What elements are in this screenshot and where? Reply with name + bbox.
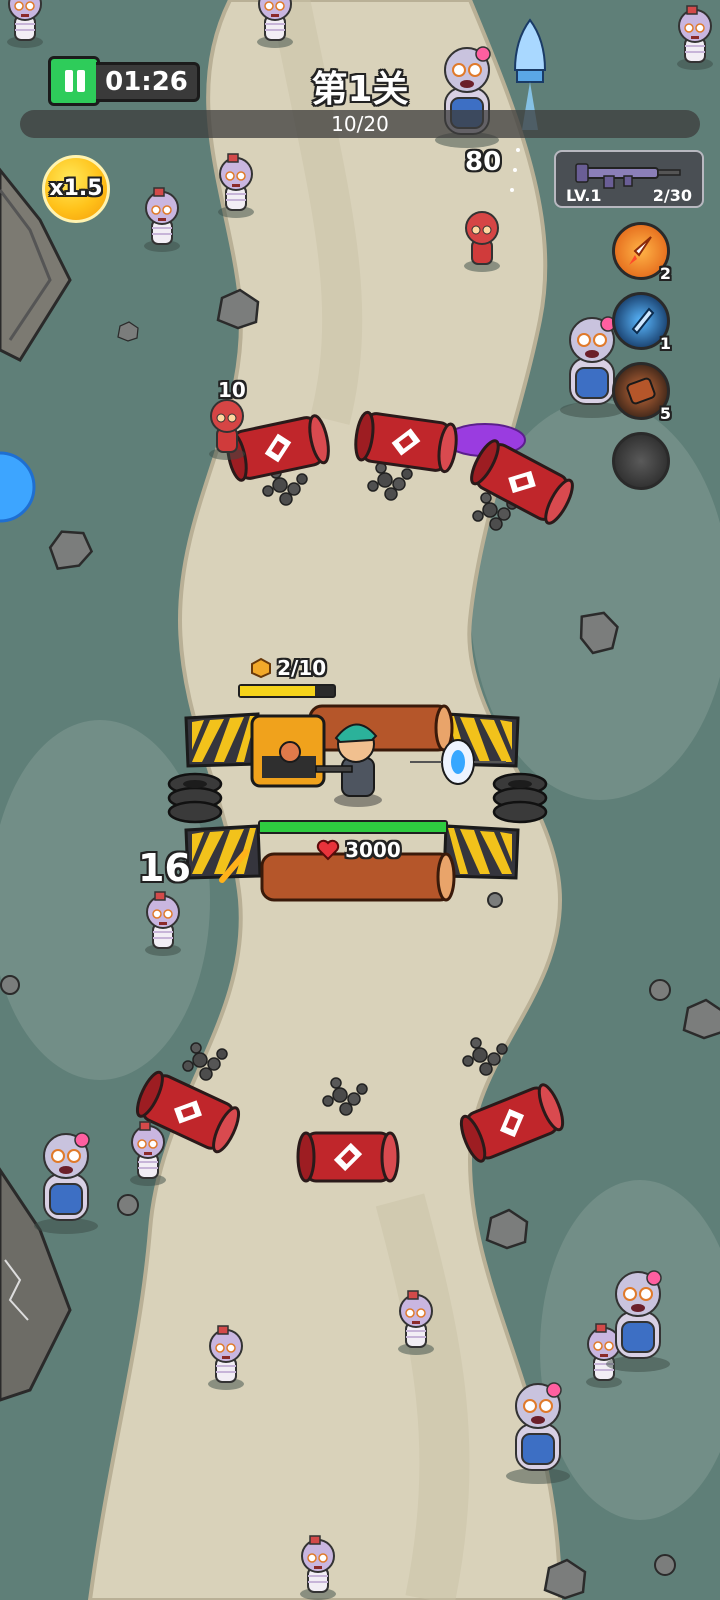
barricade <box>184 712 262 768</box>
tire-stack <box>492 772 548 824</box>
resource-bar <box>238 684 336 698</box>
base-health-fill <box>260 822 446 832</box>
game-timer: 01:26 <box>96 62 200 102</box>
score-popup: 80 <box>465 147 502 177</box>
speed-multiplier-button[interactable]: x1.5 <box>42 155 110 223</box>
rocket-skill-count: 2 <box>659 264 671 283</box>
heart-icon <box>316 839 340 861</box>
base-health-value: 3000 <box>345 838 401 862</box>
weapon-ammo: 2/30 <box>652 186 692 205</box>
damage-number: 10 <box>218 378 246 402</box>
wave-progress-text: 10/20 <box>331 112 389 136</box>
weapon-card[interactable]: LV.1 2/30 <box>554 150 704 208</box>
pause-button[interactable] <box>48 56 100 106</box>
base-health-indicator: 3000 <box>316 838 401 862</box>
game-scene <box>0 0 720 1600</box>
resource-bar-fill <box>240 686 316 696</box>
crate-icon <box>251 657 271 679</box>
tire-stack <box>167 772 223 824</box>
empty-skill-slot[interactable] <box>612 432 670 490</box>
barrel-skill-count: 5 <box>659 404 671 423</box>
level-title: 第1关 <box>311 69 409 110</box>
barrel-skill-button[interactable]: 5 <box>612 362 671 423</box>
weapon-level: LV.1 <box>566 186 602 205</box>
missile-skill-count: 1 <box>659 334 671 353</box>
missile-skill-button[interactable]: 1 <box>612 292 671 353</box>
rocket-skill-button[interactable]: 2 <box>612 222 671 283</box>
base-health-bar <box>258 820 448 834</box>
pause-icon <box>65 70 73 92</box>
resource-count: 2/10 <box>277 656 327 680</box>
damage-number: 16 <box>138 846 191 890</box>
resource-indicator: 2/10 <box>250 656 326 680</box>
rifle-icon <box>575 163 681 189</box>
explosive-barrel <box>296 1131 400 1183</box>
